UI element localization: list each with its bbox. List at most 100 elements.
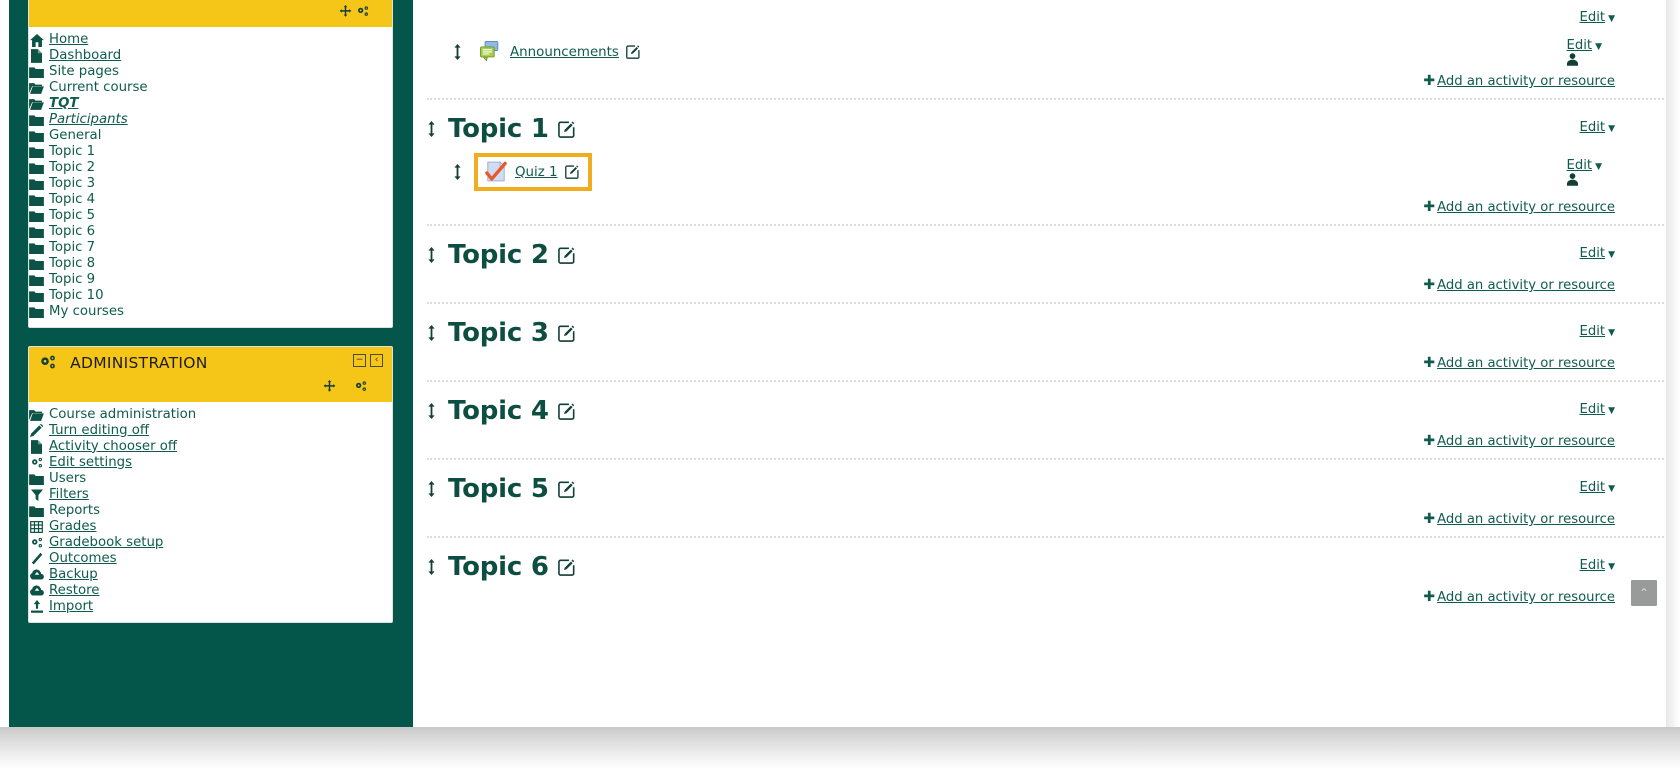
nav-item-topic-1: Topic 1	[29, 144, 392, 160]
nav-item-outcomes[interactable]: Outcomes	[29, 551, 392, 567]
move-handle-icon[interactable]	[427, 121, 436, 137]
edit-title-pencil-icon[interactable]	[557, 480, 575, 498]
activity-edit-menu[interactable]: Edit ▼	[1566, 158, 1615, 186]
block-settings-icon[interactable]	[354, 380, 368, 393]
nav-item-filters[interactable]: Filters	[29, 487, 392, 503]
add-activity-label: Add an activity or resource	[1437, 356, 1615, 371]
section-edit-menu[interactable]: Edit ▼	[1580, 10, 1615, 25]
add-activity-row[interactable]: ✚ Add an activity or resource	[413, 430, 1666, 458]
section-edit-menu[interactable]: Edit ▼	[1580, 402, 1615, 417]
move-icon[interactable]	[339, 5, 352, 18]
add-activity-row[interactable]: ✚ Add an activity or resource	[413, 508, 1666, 536]
nav-item-label: Topic 2	[49, 160, 96, 175]
nav-item-reports: Reports	[29, 503, 392, 519]
section-edit-label: Edit	[1579, 480, 1606, 495]
folder-icon	[29, 161, 44, 175]
nav-item-grades[interactable]: Grades	[29, 519, 392, 535]
nav-item-label: Topic 3	[49, 176, 96, 191]
edit-title-pencil-icon[interactable]	[557, 120, 575, 138]
nav-item-label: My courses	[49, 304, 124, 319]
move-handle-icon[interactable]	[427, 247, 436, 263]
activity-edit-label: Edit	[1566, 38, 1593, 53]
add-activity-label: Add an activity or resource	[1437, 590, 1615, 605]
block-settings-icon[interactable]	[356, 5, 370, 18]
move-handle-icon[interactable]	[453, 44, 462, 60]
section-edit-menu[interactable]: Edit ▼	[1580, 120, 1615, 135]
add-activity-row[interactable]: ✚ Add an activity or resource	[413, 70, 1666, 98]
nav-item-edit-settings[interactable]: Edit settings	[29, 455, 392, 471]
course-section: Edit ▼ Topic 3 ✚ Add an activity or resource	[413, 302, 1666, 380]
assign-roles-icon[interactable]	[1566, 53, 1615, 66]
add-activity-label: Add an activity or resource	[1437, 434, 1615, 449]
add-activity-row[interactable]: ✚ Add an activity or resource	[413, 586, 1666, 614]
nav-item-dashboard[interactable]: Dashboard	[29, 48, 392, 64]
section-edit-menu[interactable]: Edit ▼	[1580, 324, 1615, 339]
folder-icon	[29, 241, 44, 255]
administration-block: ADMINISTRATION − ‹ Course administration…	[28, 346, 393, 623]
activity-item[interactable]: Announcements	[474, 39, 646, 65]
nav-item-tqt[interactable]: TQT	[29, 96, 392, 112]
edit-title-pencil-icon[interactable]	[557, 324, 575, 342]
nav-item-label: Topic 8	[49, 256, 96, 271]
move-handle-icon[interactable]	[427, 481, 436, 497]
activity-edit-label: Edit	[1566, 158, 1593, 173]
administration-block-header-buttons: − ‹	[353, 354, 383, 367]
nav-item-restore[interactable]: Restore	[29, 583, 392, 599]
navigation-block-header	[29, 0, 392, 27]
edit-title-pencil-icon[interactable]	[557, 246, 575, 264]
section-edit-menu[interactable]: Edit ▼	[1580, 558, 1615, 573]
move-handle-icon[interactable]	[427, 325, 436, 341]
nav-item-site-pages: Site pages	[29, 64, 392, 80]
screenshot-root: Home Dashboard Site pages Current course TQT…	[0, 0, 1680, 768]
cloud-icon	[29, 568, 44, 582]
activity-edit-menu[interactable]: Edit ▼	[1566, 38, 1615, 66]
move-icon[interactable]	[323, 379, 336, 393]
nav-item-gradebook-setup[interactable]: Gradebook setup	[29, 535, 392, 551]
nav-item-turn-editing-off[interactable]: Turn editing off	[29, 423, 392, 439]
folder-icon	[29, 257, 44, 271]
edit-activity-pencil-icon[interactable]	[564, 165, 579, 179]
scroll-to-top-button[interactable]: ⌃	[1631, 580, 1657, 606]
nav-item-label: Edit settings	[49, 454, 133, 470]
nav-item-activity-chooser-off[interactable]: Activity chooser off	[29, 439, 392, 455]
section-edit-menu[interactable]: Edit ▼	[1580, 480, 1615, 495]
section-title-row: Topic 3	[413, 304, 1666, 352]
add-activity-row[interactable]: ✚ Add an activity or resource	[413, 274, 1666, 302]
nav-item-label: Reports	[49, 502, 101, 518]
nav-item-general: General	[29, 128, 392, 144]
nav-item-label: Site pages	[49, 64, 119, 79]
nav-item-import[interactable]: Import	[29, 599, 392, 615]
move-handle-icon[interactable]	[427, 403, 436, 419]
assign-roles-icon[interactable]	[1566, 173, 1615, 186]
section-title-row: Topic 2	[413, 226, 1666, 274]
nav-item-participants[interactable]: Participants	[29, 112, 392, 128]
activity-item-highlighted[interactable]: Quiz 1	[474, 153, 592, 191]
administration-block-header: ADMINISTRATION − ‹	[29, 347, 392, 376]
folder-icon	[29, 113, 44, 127]
chevron-down-icon: ▼	[1608, 14, 1615, 24]
move-handle-icon[interactable]	[453, 164, 462, 180]
collapse-block-button[interactable]: −	[353, 354, 366, 367]
edit-activity-pencil-icon[interactable]	[626, 45, 640, 59]
browser-viewport: Home Dashboard Site pages Current course TQT…	[9, 0, 1666, 727]
section-edit-menu[interactable]: Edit ▼	[1580, 246, 1615, 261]
course-section: Edit ▼ Topic 4 ✚ Add an activity or resource	[413, 380, 1666, 458]
nav-item-topic-8: Topic 8	[29, 256, 392, 272]
dock-block-button[interactable]: ‹	[370, 354, 383, 367]
edit-title-pencil-icon[interactable]	[557, 558, 575, 576]
section-title-row: Topic 1	[413, 100, 1666, 148]
add-activity-row[interactable]: ✚ Add an activity or resource	[413, 352, 1666, 380]
section-edit-label: Edit	[1579, 10, 1606, 25]
folder-icon	[29, 145, 44, 159]
nav-item-home[interactable]: Home	[29, 32, 392, 48]
section-edit-label: Edit	[1579, 246, 1606, 261]
nav-item-my-courses: My courses	[29, 304, 392, 320]
nav-item-backup[interactable]: Backup	[29, 567, 392, 583]
add-activity-row[interactable]: ✚ Add an activity or resource	[413, 196, 1666, 224]
move-handle-icon[interactable]	[427, 559, 436, 575]
plus-icon: ✚	[1423, 277, 1436, 293]
edit-title-pencil-icon[interactable]	[557, 402, 575, 420]
nav-item-users: Users	[29, 471, 392, 487]
page-left-gutter	[0, 0, 9, 727]
nav-item-label: TQT	[49, 96, 79, 111]
